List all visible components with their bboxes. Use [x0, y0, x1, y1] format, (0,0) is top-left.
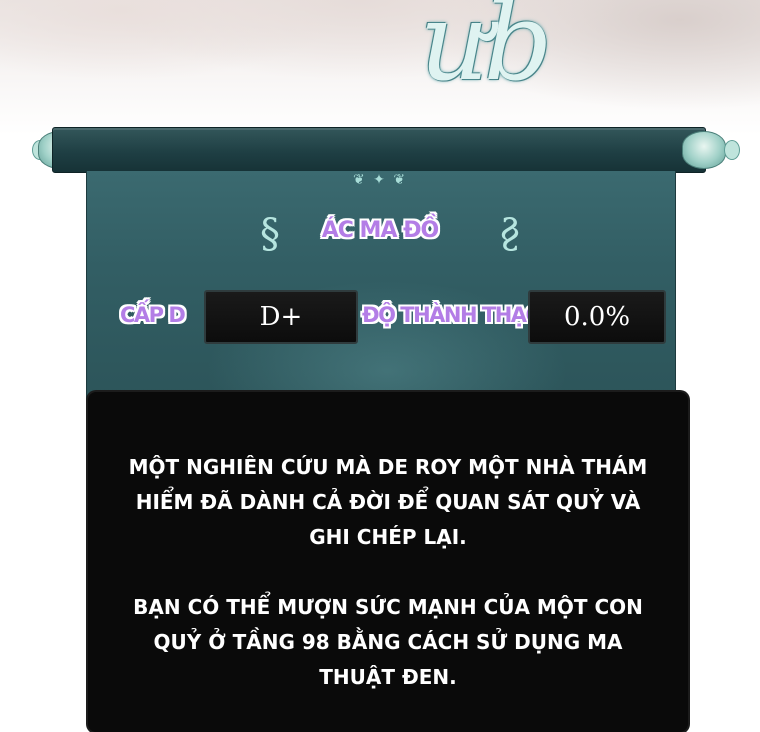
rank-value: D+ — [204, 290, 358, 344]
scroll-cap-right — [682, 131, 726, 169]
title-glyph-art: ưb — [420, 0, 553, 105]
proficiency-value: 0.0% — [528, 290, 666, 344]
flourish-left-icon: § — [260, 211, 280, 257]
scroll-rod — [52, 127, 706, 173]
description-paragraph-1: MỘT NGHIÊN CỨU MÀ DE ROY MỘT NHÀ THÁM HI… — [128, 455, 648, 549]
scroll-ornament-icon: ❦ ✦ ❦ — [352, 172, 408, 188]
skill-title: ÁC MA ĐỒ — [321, 218, 440, 243]
description-box: MỘT NGHIÊN CỨU MÀ DE ROY MỘT NHÀ THÁM HI… — [88, 392, 688, 732]
description-paragraph-2: BẠN CÓ THỂ MƯỢN SỨC MẠNH CỦA MỘT CON QUỶ… — [133, 595, 643, 689]
scroll-knob-right — [724, 140, 740, 160]
flourish-right-icon: § — [500, 211, 520, 257]
rank-label: CẤP D — [120, 303, 186, 327]
background-sky — [0, 0, 760, 135]
proficiency-label: ĐỘ THÀNH THẠO — [362, 303, 543, 327]
